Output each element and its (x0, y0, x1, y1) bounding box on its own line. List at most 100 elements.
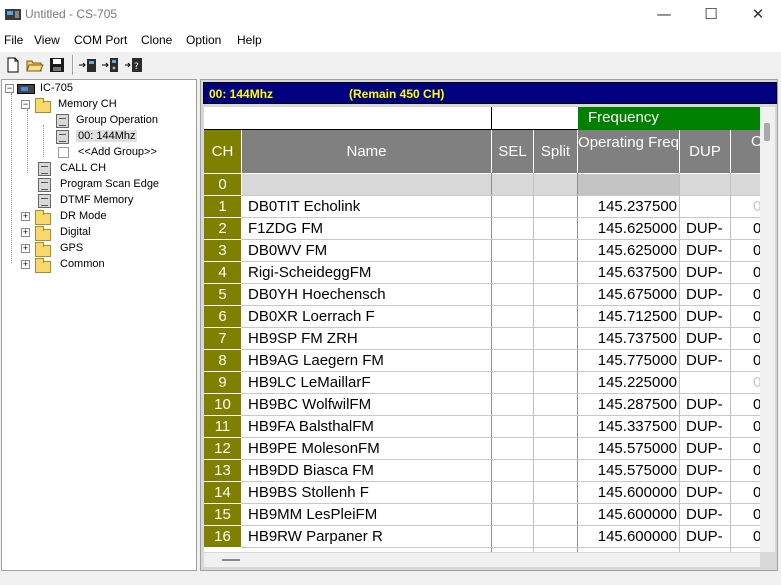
offset-cell[interactable]: 0 (753, 219, 760, 239)
operating-freq-cell[interactable]: 145.600000 (580, 527, 677, 547)
operating-freq-cell[interactable]: 145.600000 (580, 505, 677, 525)
dup-cell[interactable]: DUP- (686, 505, 730, 525)
offset-cell[interactable]: 0 (753, 241, 760, 261)
channel-number[interactable]: 12 (204, 438, 241, 459)
operating-freq-cell[interactable]: 145.675000 (580, 285, 677, 305)
horizontal-scrollbar[interactable] (204, 553, 760, 567)
channel-name-cell[interactable]: HB9AG Laegern FM (248, 351, 488, 371)
channel-name-cell[interactable]: HB9FA BalsthalFM (248, 417, 488, 437)
menu-view[interactable]: View (34, 33, 60, 47)
menu-option[interactable]: Option (186, 33, 221, 47)
table-row[interactable]: 7 HB9SP FM ZRH 145.737500 DUP- 0 (204, 328, 760, 350)
offset-cell[interactable]: 0 (753, 373, 760, 393)
table-row[interactable]: 8 HB9AG Laegern FM 145.775000 DUP- 0 (204, 350, 760, 372)
operating-freq-cell[interactable]: 145.737500 (580, 329, 677, 349)
menu-file[interactable]: File (4, 33, 23, 47)
channel-name-cell[interactable]: Rigi-ScheideggFM (248, 263, 488, 283)
expand-icon[interactable]: + (21, 260, 30, 269)
offset-cell[interactable]: 0 (753, 285, 760, 305)
tree-item-call-ch[interactable]: CALL CH (21, 161, 191, 177)
col-header-offset[interactable]: O (731, 130, 760, 173)
channel-number[interactable]: 16 (204, 526, 241, 547)
channel-name-cell[interactable]: DB0TIT Echolink (248, 197, 488, 217)
channel-number[interactable]: 15 (204, 504, 241, 525)
channel-number[interactable]: 9 (204, 372, 241, 393)
table-row[interactable]: 3 DB0WV FM 145.625000 DUP- 0 (204, 240, 760, 262)
operating-freq-cell[interactable]: 145.575000 (580, 461, 677, 481)
offset-cell[interactable]: 0 (753, 505, 760, 525)
table-row[interactable]: 12 HB9PE MolesonFM 145.575000 DUP- 0 (204, 438, 760, 460)
dup-cell[interactable] (686, 373, 730, 393)
channel-name-cell[interactable]: HB9RW Parpaner R (248, 527, 488, 547)
table-row[interactable]: 2 F1ZDG FM 145.625000 DUP- 0 (204, 218, 760, 240)
dup-cell[interactable]: DUP- (686, 461, 730, 481)
offset-cell[interactable]: 0 (753, 527, 760, 547)
col-header-dup[interactable]: DUP (680, 130, 730, 173)
read-from-radio-icon[interactable] (78, 55, 98, 75)
menu-clone[interactable]: Clone (141, 33, 172, 47)
operating-freq-cell[interactable]: 145.237500 (580, 197, 677, 217)
offset-cell[interactable]: 0 (753, 197, 760, 217)
operating-freq-cell[interactable]: 145.775000 (580, 351, 677, 371)
write-to-radio-icon[interactable] (101, 55, 121, 75)
channel-name-cell[interactable]: DB0YH Hoechensch (248, 285, 488, 305)
expand-icon[interactable]: + (21, 228, 30, 237)
expand-icon[interactable]: + (21, 244, 30, 253)
operating-freq-cell[interactable]: 145.637500 (580, 263, 677, 283)
dup-cell[interactable] (686, 175, 730, 195)
channel-name-cell[interactable]: HB9BS Stollenh F (248, 483, 488, 503)
dup-cell[interactable]: DUP- (686, 263, 730, 283)
open-folder-icon[interactable] (25, 55, 45, 75)
close-button[interactable]: ✕ (735, 0, 781, 30)
channel-name-cell[interactable]: DB0XR Loerrach F (248, 307, 488, 327)
channel-name-cell[interactable]: DB0WV FM (248, 241, 488, 261)
horizontal-scroll-thumb[interactable] (222, 559, 240, 561)
minimize-button[interactable]: — (641, 0, 687, 30)
tree-item-dtmf-memory[interactable]: DTMF Memory (21, 193, 191, 209)
table-row[interactable]: 4 Rigi-ScheideggFM 145.637500 DUP- 0 (204, 262, 760, 284)
dup-cell[interactable]: DUP- (686, 439, 730, 459)
channel-name-cell[interactable]: HB9BC WolfwilFM (248, 395, 488, 415)
operating-freq-cell[interactable]: 145.337500 (580, 417, 677, 437)
channel-number[interactable]: 3 (204, 240, 241, 261)
channel-name-cell[interactable]: HB9LC LeMaillarF (248, 373, 488, 393)
offset-cell[interactable]: 0 (753, 329, 760, 349)
channel-number[interactable]: 8 (204, 350, 241, 371)
channel-number[interactable]: 1 (204, 196, 241, 217)
channel-name-cell[interactable]: F1ZDG FM (248, 219, 488, 239)
dup-cell[interactable] (686, 197, 730, 217)
col-header-ch[interactable]: CH (204, 130, 241, 173)
table-row[interactable]: 6 DB0XR Loerrach F 145.712500 DUP- 0 (204, 306, 760, 328)
dup-cell[interactable]: DUP- (686, 527, 730, 547)
dup-cell[interactable]: DUP- (686, 285, 730, 305)
channel-number[interactable]: 14 (204, 482, 241, 503)
dup-cell[interactable]: DUP- (686, 329, 730, 349)
table-row[interactable]: 10 HB9BC WolfwilFM 145.287500 DUP- 0 (204, 394, 760, 416)
tree-item-gps[interactable]: + GPS (21, 241, 191, 257)
operating-freq-cell[interactable] (580, 175, 677, 195)
channel-number[interactable]: 10 (204, 394, 241, 415)
menu-help[interactable]: Help (237, 33, 262, 47)
dup-cell[interactable]: DUP- (686, 395, 730, 415)
channel-number[interactable]: 2 (204, 218, 241, 239)
table-row[interactable]: 0 (204, 174, 760, 196)
save-icon[interactable] (47, 55, 67, 75)
tree-item-dr-mode[interactable]: + DR Mode (21, 209, 191, 225)
offset-cell[interactable]: 0 (753, 461, 760, 481)
channel-number[interactable]: 6 (204, 306, 241, 327)
channel-number[interactable]: 0 (204, 174, 241, 195)
offset-cell[interactable]: 0 (753, 307, 760, 327)
collapse-icon[interactable]: − (21, 100, 30, 109)
col-header-name[interactable]: Name (242, 130, 491, 173)
channel-name-cell[interactable]: HB9MM LesPleiFM (248, 505, 488, 525)
dup-cell[interactable]: DUP- (686, 483, 730, 503)
channel-name-cell[interactable]: HB9DD Biasca FM (248, 461, 488, 481)
expand-icon[interactable]: + (21, 212, 30, 221)
offset-cell[interactable]: 0 (753, 395, 760, 415)
channel-name-cell[interactable] (248, 175, 488, 195)
clone-icon[interactable]: ? (124, 55, 144, 75)
col-header-sel[interactable]: SEL (492, 130, 533, 173)
operating-freq-cell[interactable]: 145.225000 (580, 373, 677, 393)
operating-freq-cell[interactable]: 145.712500 (580, 307, 677, 327)
table-row[interactable]: 15 HB9MM LesPleiFM 145.600000 DUP- 0 (204, 504, 760, 526)
